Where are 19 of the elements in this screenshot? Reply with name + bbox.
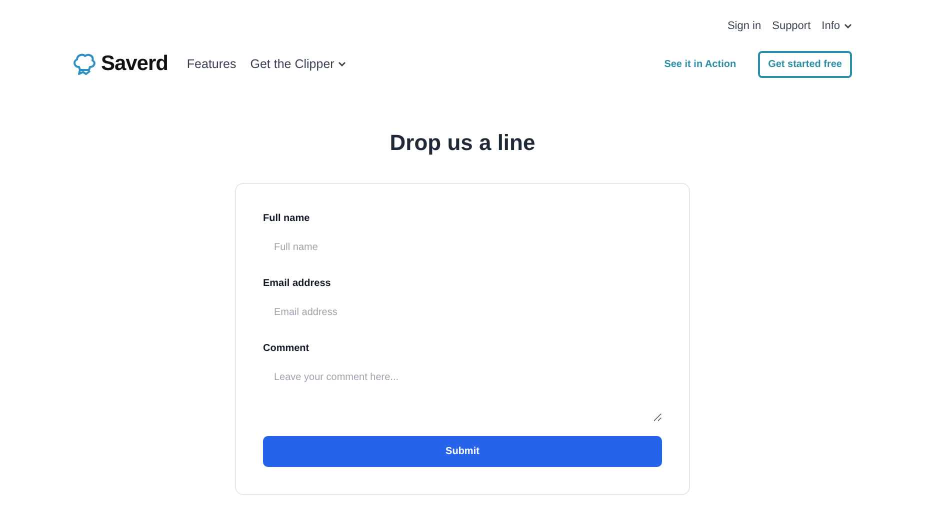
page-heading: Drop us a line <box>388 129 536 157</box>
text-input-field[interactable]: Full name <box>263 232 662 262</box>
chef-hat-logo-icon <box>73 53 96 75</box>
nav-link[interactable]: Get the Clipper <box>250 54 346 74</box>
submit-button[interactable]: Submit <box>263 436 662 467</box>
field-label: Comment <box>263 342 310 356</box>
see-in-action-link[interactable]: See it in Action <box>664 56 736 72</box>
text-input-field[interactable]: Email address <box>263 297 662 327</box>
top-nav-link[interactable]: Sign in <box>727 18 762 34</box>
top-nav-link[interactable]: Support <box>772 18 811 34</box>
caret-icon <box>338 61 346 67</box>
field-label: Full name <box>263 212 311 226</box>
caret-icon <box>844 23 852 29</box>
comment-field[interactable]: Leave your comment here... <box>263 362 662 422</box>
get-started-button[interactable]: Get started free <box>758 50 852 78</box>
field-label: Email address <box>263 277 332 291</box>
brand-name[interactable]: Saverd <box>101 48 168 80</box>
top-nav-link[interactable]: Info <box>822 18 852 34</box>
nav-link[interactable]: Features <box>186 54 236 74</box>
